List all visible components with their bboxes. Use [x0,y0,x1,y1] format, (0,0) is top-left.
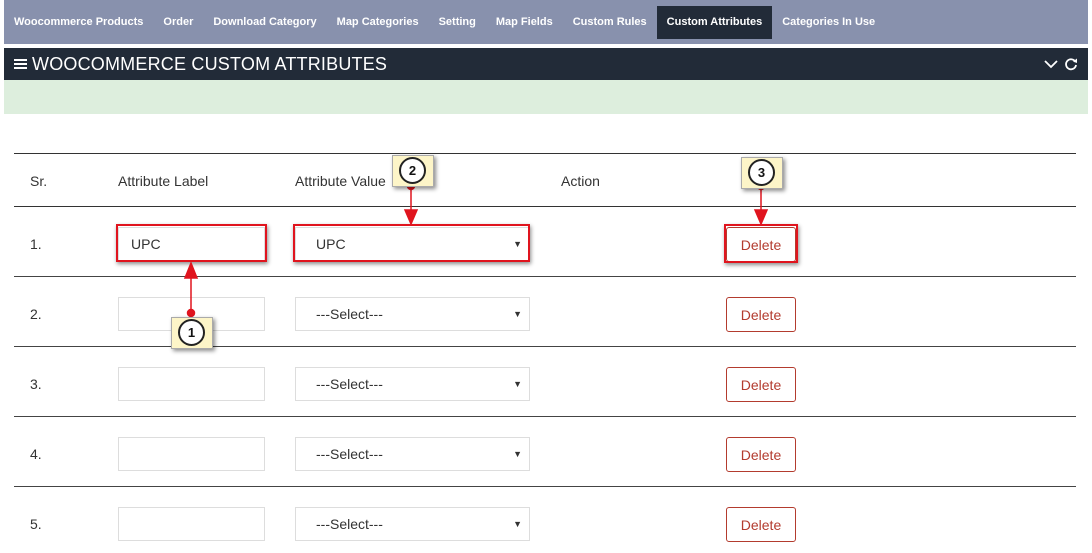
row-divider [14,486,1076,487]
row-number: 4. [30,446,42,462]
tab-custom-rules[interactable]: Custom Rules [563,6,657,39]
attribute-label-input[interactable] [118,437,265,471]
delete-button[interactable]: Delete [726,227,796,262]
select-value: ---Select--- [316,306,383,322]
header-sr: Sr. [30,173,48,189]
tab-order[interactable]: Order [153,6,203,39]
panel-header: WOOCOMMERCE CUSTOM ATTRIBUTES [4,48,1088,80]
callout-1: 1 [171,317,213,349]
delete-button[interactable]: Delete [726,507,796,542]
page-title: WOOCOMMERCE CUSTOM ATTRIBUTES [32,53,388,74]
row-number: 3. [30,376,42,392]
row-number: 1. [30,236,42,252]
row-divider [14,416,1076,417]
message-bar [4,80,1088,114]
select-value: UPC [316,236,346,252]
select-value: ---Select--- [316,446,383,462]
row-number: 2. [30,306,42,322]
row-divider [14,276,1076,277]
tab-custom-attributes[interactable]: Custom Attributes [656,6,773,39]
callout-3: 3 [741,157,783,189]
header-attribute-label: Attribute Label [118,173,209,189]
attribute-label-input[interactable] [118,367,265,401]
tab-map-categories[interactable]: Map Categories [327,6,429,39]
tab-download-category[interactable]: Download Category [203,6,326,39]
caret-down-icon: ▼ [513,309,522,319]
table-top-border [14,153,1076,154]
caret-down-icon: ▼ [513,379,522,389]
caret-down-icon: ▼ [513,239,522,249]
header-action: Action [561,173,600,189]
top-nav: Woocommerce Products Order Download Cate… [4,0,1088,44]
chevron-down-icon[interactable] [1044,59,1058,69]
attribute-value-select[interactable]: ---Select--- ▼ [295,367,530,401]
callout-2: 2 [392,155,434,187]
tab-setting[interactable]: Setting [429,6,486,39]
tab-map-fields[interactable]: Map Fields [486,6,563,39]
menu-icon[interactable] [14,56,27,72]
select-value: ---Select--- [316,516,383,532]
delete-button[interactable]: Delete [726,297,796,332]
row-number: 5. [30,516,42,532]
header-attribute-value: Attribute Value [295,173,386,189]
attribute-value-select[interactable]: ---Select--- ▼ [295,507,530,541]
attribute-label-input[interactable]: UPC [118,227,265,261]
attribute-value-select[interactable]: UPC ▼ [295,227,530,261]
attribute-value-select[interactable]: ---Select--- ▼ [295,297,530,331]
caret-down-icon: ▼ [513,449,522,459]
caret-down-icon: ▼ [513,519,522,529]
attribute-label-input[interactable] [118,507,265,541]
attribute-value-select[interactable]: ---Select--- ▼ [295,437,530,471]
tab-categories-in-use[interactable]: Categories In Use [772,6,885,39]
refresh-icon[interactable] [1064,57,1078,71]
delete-button[interactable]: Delete [726,367,796,402]
delete-button[interactable]: Delete [726,437,796,472]
header-divider [14,206,1076,207]
tab-woocommerce-products[interactable]: Woocommerce Products [4,6,153,39]
select-value: ---Select--- [316,376,383,392]
